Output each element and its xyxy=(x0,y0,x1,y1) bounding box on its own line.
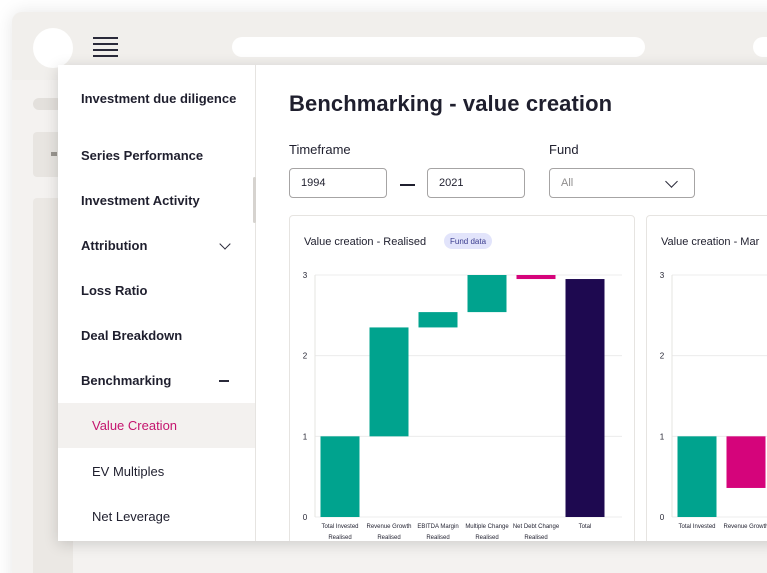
fund-select-value: All xyxy=(561,177,574,189)
chart-card-mar: Value creation - Mar 0 1 2 3 Total Invested R… xyxy=(646,215,767,541)
fund-select[interactable]: All xyxy=(549,168,695,198)
chevron-down-icon xyxy=(219,237,231,250)
sidebar-title: Investment due diligence xyxy=(81,91,237,106)
bar-decrease[interactable] xyxy=(516,275,556,280)
x-tick-label: Realised xyxy=(426,535,449,541)
x-tick-label: Revenue Growth xyxy=(723,524,767,530)
sidebar-item-label: Deal Breakdown xyxy=(81,328,183,343)
search-bar[interactable] xyxy=(232,37,645,57)
sidebar-item-label: Attribution xyxy=(81,238,148,253)
sidebar-item-label: Investment Activity xyxy=(81,193,200,208)
y-tick-label: 3 xyxy=(303,271,308,280)
y-tick-label: 2 xyxy=(660,352,665,361)
x-tick-label: Net Debt Change xyxy=(513,524,560,530)
bar-increase[interactable] xyxy=(369,327,409,437)
timeframe-to-input[interactable]: 2021 xyxy=(427,168,525,198)
y-tick-label: 3 xyxy=(660,271,665,280)
sidebar-item-deal-breakdown[interactable]: Deal Breakdown xyxy=(58,313,255,358)
fund-label: Fund xyxy=(549,142,579,157)
sidebar-item-attribution[interactable]: Attribution xyxy=(58,223,255,268)
x-tick-label: Realised xyxy=(475,535,498,541)
y-tick-label: 2 xyxy=(303,352,308,361)
timeframe-from-value: 1994 xyxy=(301,177,326,189)
chevron-down-icon xyxy=(665,175,678,188)
sidebar-item-label: EV Multiples xyxy=(92,464,165,479)
bar-increase[interactable] xyxy=(418,312,458,328)
y-tick-label: 1 xyxy=(660,432,665,441)
bar-increase[interactable] xyxy=(677,436,717,517)
sidebar-item-loss-ratio[interactable]: Loss Ratio xyxy=(58,268,255,313)
timeframe-label: Timeframe xyxy=(289,142,351,157)
sidebar-item-benchmarking[interactable]: Benchmarking xyxy=(58,358,255,403)
x-tick-label: Realised xyxy=(377,535,400,541)
x-tick-label: Realised xyxy=(524,535,547,541)
chart-card-realised: Value creation - Realised Fund data 0123… xyxy=(289,215,635,541)
top-bar-control[interactable] xyxy=(753,37,767,57)
x-tick-label: EBITDA Margin xyxy=(417,524,458,530)
y-tick-label: 0 xyxy=(660,513,665,522)
timeframe-from-input[interactable]: 1994 xyxy=(289,168,387,198)
sidebar: Investment due diligence Series Performa… xyxy=(58,65,256,541)
bar-decrease[interactable] xyxy=(726,436,766,488)
page-title: Benchmarking - value creation xyxy=(289,91,613,116)
hamburger-menu-icon[interactable] xyxy=(93,37,118,57)
sidebar-item-label: Benchmarking xyxy=(81,373,172,388)
bar-increase[interactable] xyxy=(467,275,507,313)
x-tick-label: Total Invested xyxy=(321,524,358,530)
navigation-panel: Investment due diligence Series Performa… xyxy=(58,65,767,541)
bar-total[interactable] xyxy=(565,279,605,517)
waterfall-chart-realised: 0 1 2 3 Total Invested Realised Revenue Growth… xyxy=(303,271,622,541)
sidebar-item-value-creation[interactable]: Value Creation xyxy=(58,403,255,448)
x-tick-label: Realised xyxy=(328,535,351,541)
x-tick-label: Revenue Growth xyxy=(366,524,411,530)
x-tick-label: Total xyxy=(579,524,592,530)
bar-increase[interactable] xyxy=(320,436,360,517)
avatar[interactable] xyxy=(33,28,73,68)
sidebar-item-ev-multiples[interactable]: EV Multiples xyxy=(58,449,255,494)
y-tick-label: 1 xyxy=(303,432,308,441)
y-tick-label: 0 xyxy=(303,513,308,522)
range-separator xyxy=(400,184,415,186)
sidebar-item-net-leverage[interactable]: Net Leverage xyxy=(58,494,255,539)
minus-icon xyxy=(219,379,229,382)
x-tick-label: Multiple Change xyxy=(465,524,509,530)
x-tick-label: Total Invested xyxy=(678,524,715,530)
sidebar-item-series-performance[interactable]: Series Performance xyxy=(58,133,255,178)
waterfall-chart-mar: 0 1 2 3 Total Invested Revenue Growth xyxy=(660,271,767,530)
sidebar-item-investment-activity[interactable]: Investment Activity xyxy=(58,178,255,223)
sidebar-item-label: Loss Ratio xyxy=(81,283,148,298)
timeframe-to-value: 2021 xyxy=(439,177,464,189)
sidebar-item-label: Net Leverage xyxy=(92,509,171,524)
sidebar-item-label: Series Performance xyxy=(81,148,204,163)
sidebar-item-label: Value Creation xyxy=(92,418,178,433)
